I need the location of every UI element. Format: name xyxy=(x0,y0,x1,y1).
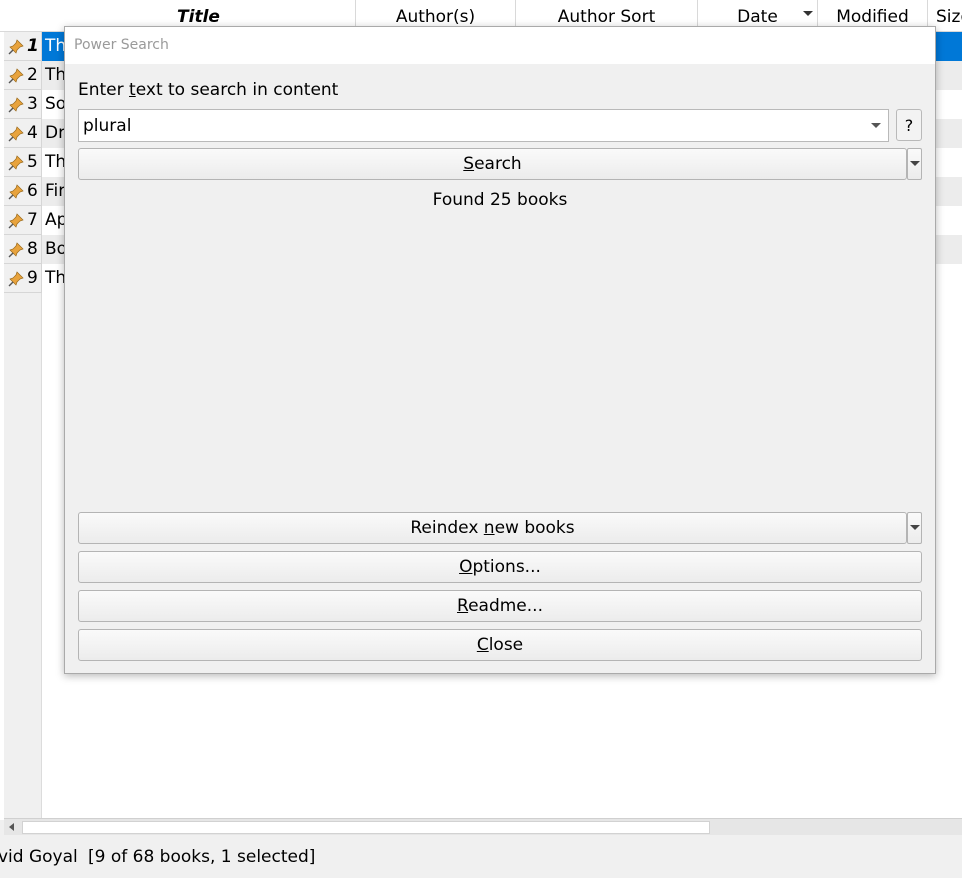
row-number: 2 xyxy=(27,65,38,85)
pin-icon xyxy=(8,242,24,258)
dialog-titlebar[interactable]: Power Search xyxy=(65,27,935,64)
chevron-down-icon xyxy=(910,161,920,166)
row-number-cell[interactable]: 8 xyxy=(4,235,42,264)
row-number-cell[interactable]: 9 xyxy=(4,264,42,293)
row-number-cell[interactable]: 4 xyxy=(4,119,42,148)
close-button[interactable]: Close xyxy=(78,629,922,661)
chevron-down-icon xyxy=(910,525,920,530)
search-history-dropdown[interactable] xyxy=(864,110,888,141)
row-number-cell[interactable]: 1 xyxy=(4,32,42,61)
scroll-left-arrow-icon[interactable] xyxy=(9,823,14,831)
horizontal-scrollbar[interactable] xyxy=(4,818,962,835)
search-combobox[interactable] xyxy=(78,109,889,142)
search-options-menu-button[interactable] xyxy=(907,148,922,180)
sort-arrow-icon xyxy=(803,11,813,16)
row-number: 7 xyxy=(27,210,38,230)
search-input[interactable] xyxy=(79,110,859,141)
row-number: 9 xyxy=(27,268,38,288)
power-search-dialog: Power Search Enter text to search in con… xyxy=(64,26,936,674)
pin-icon xyxy=(8,213,24,229)
row-number: 6 xyxy=(27,181,38,201)
dialog-title: Power Search xyxy=(74,37,169,53)
pin-icon xyxy=(8,126,24,142)
row-number: 1 xyxy=(27,36,39,56)
pin-icon xyxy=(8,271,24,287)
row-number-cell[interactable]: 5 xyxy=(4,148,42,177)
row-number-cell[interactable]: 2 xyxy=(4,61,42,90)
reindex-options-menu-button[interactable] xyxy=(907,512,922,544)
row-number: 8 xyxy=(27,239,38,259)
row-number: 3 xyxy=(27,94,38,114)
row-number: 5 xyxy=(27,152,38,172)
help-button[interactable]: ? xyxy=(896,109,922,141)
row-number-cell[interactable]: 6 xyxy=(4,177,42,206)
status-bar: vid Goyal [9 of 68 books, 1 selected] xyxy=(0,836,962,871)
options-button[interactable]: Options... xyxy=(78,551,922,583)
chevron-down-icon xyxy=(871,123,881,128)
scrollbar-thumb[interactable] xyxy=(22,821,710,834)
pin-icon xyxy=(8,68,24,84)
status-book-count: [9 of 68 books, 1 selected] xyxy=(88,847,316,867)
row-number-cell[interactable]: 3 xyxy=(4,90,42,119)
pin-icon xyxy=(8,155,24,171)
row-number-cell[interactable]: 7 xyxy=(4,206,42,235)
readme-button[interactable]: Readme... xyxy=(78,590,922,622)
search-button[interactable]: Search xyxy=(78,148,907,180)
pin-icon xyxy=(8,184,24,200)
reindex-new-books-button[interactable]: Reindex new books xyxy=(78,512,907,544)
search-prompt-label: Enter text to search in content xyxy=(78,80,339,100)
row-number: 4 xyxy=(27,123,38,143)
pin-icon xyxy=(8,39,24,55)
status-author-text: vid Goyal xyxy=(0,847,78,867)
pin-icon xyxy=(8,97,24,113)
search-result-count: Found 25 books xyxy=(432,190,568,210)
column-header-date-label: Date xyxy=(737,7,778,27)
